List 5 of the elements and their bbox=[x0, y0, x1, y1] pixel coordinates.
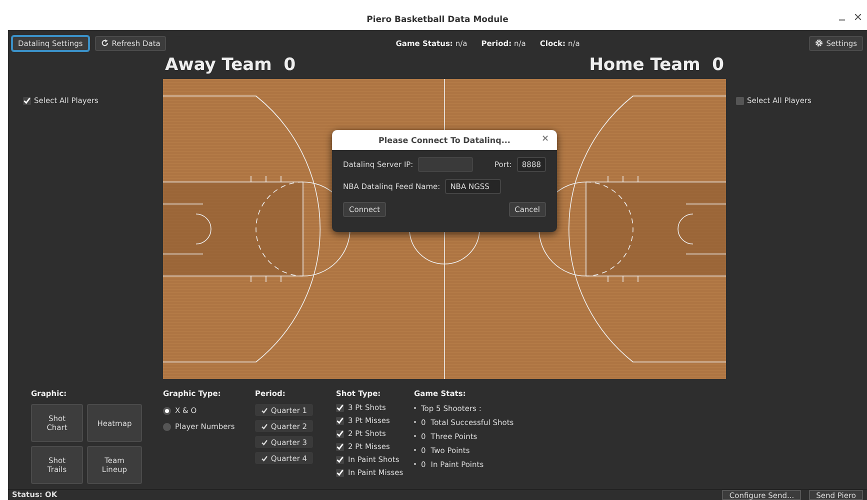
dialog-title: Please Connect To Datalinq... bbox=[378, 136, 510, 144]
close-button[interactable]: × bbox=[541, 134, 549, 144]
away-team-score: Away Team 0 bbox=[165, 55, 296, 75]
home-team-score: Home Team 0 bbox=[589, 55, 724, 75]
window-title: Piero Basketball Data Module bbox=[366, 15, 508, 25]
